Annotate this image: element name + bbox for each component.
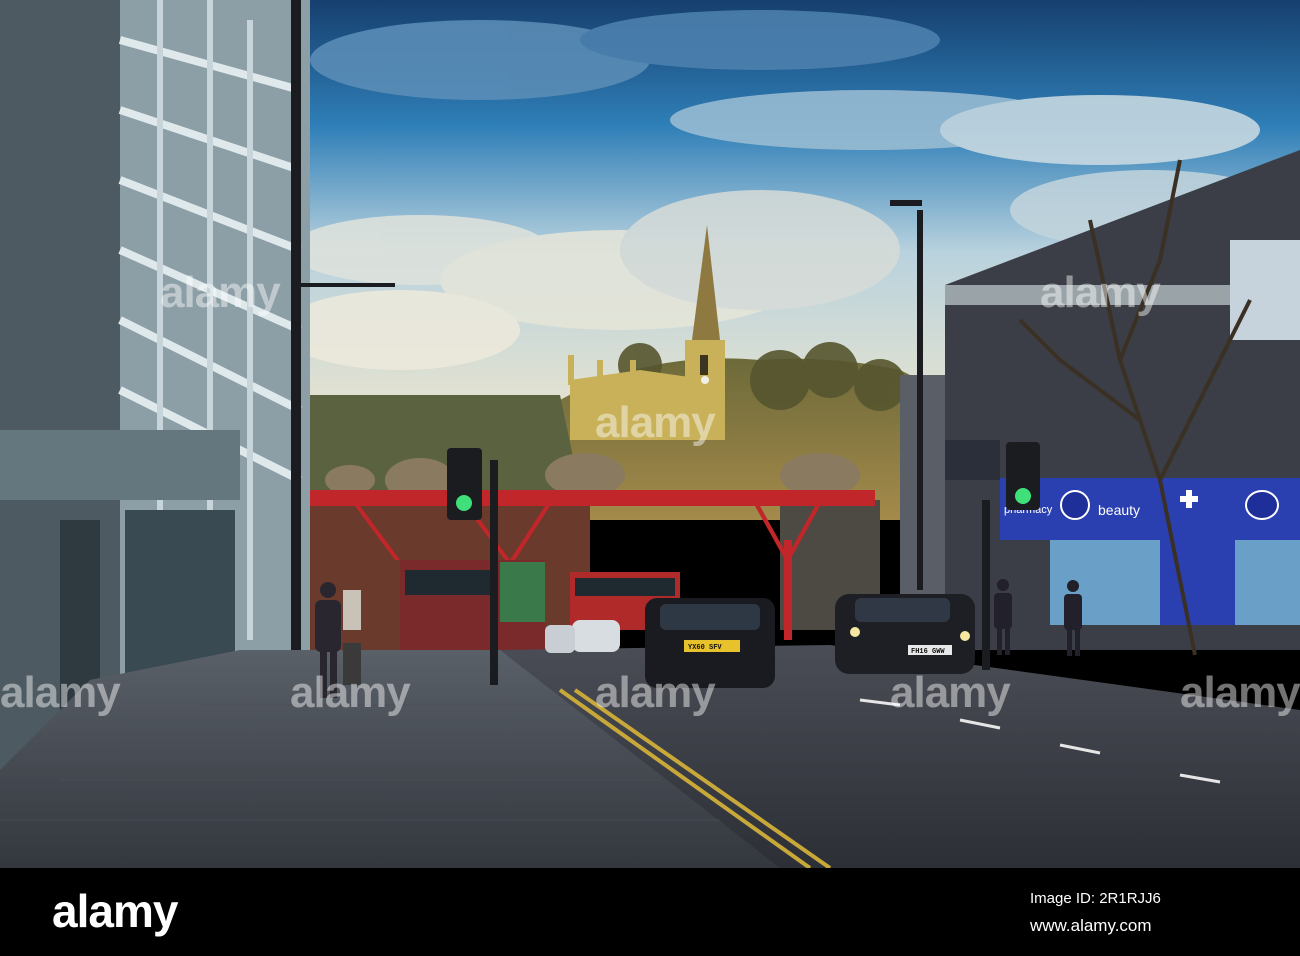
image-id: Image ID: 2R1RJJ6: [1030, 890, 1161, 907]
center-car-plate: YX60 SFV: [688, 644, 722, 652]
alamy-logo: alamy: [52, 885, 178, 937]
car-center: YX60 SFV: [645, 598, 775, 688]
street-photo: pharmacy beauty: [0, 0, 1300, 868]
beauty-sign: beauty: [1098, 502, 1140, 518]
lamp-post-right: [917, 210, 923, 590]
photo-stage: pharmacy beauty: [0, 0, 1300, 956]
buses: [400, 560, 680, 655]
lamp-post-left: [291, 0, 301, 730]
footer-url: www.alamy.com: [1030, 916, 1152, 935]
right-car-plate: FH16 GWW: [911, 648, 945, 656]
footer-bar: alamy Image ID: 2R1RJJ6 www.alamy.com: [0, 868, 1300, 956]
car-right: FH16 GWW: [835, 594, 975, 674]
